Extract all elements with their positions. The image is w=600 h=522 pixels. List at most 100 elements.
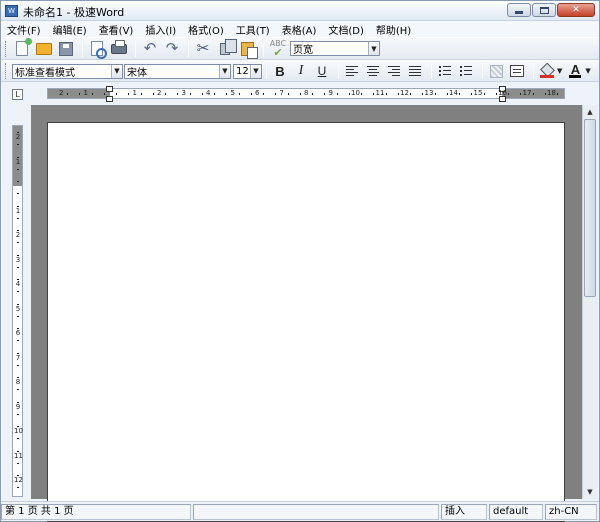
save-button[interactable] xyxy=(56,39,76,59)
style-select[interactable]: 标准查看模式 ▼ xyxy=(12,63,123,79)
justify-button[interactable] xyxy=(406,62,424,80)
scrollbar-thumb[interactable] xyxy=(584,119,596,297)
toolbar-grip[interactable] xyxy=(5,40,8,57)
bullet-list-button[interactable] xyxy=(457,62,475,80)
ruler-tick xyxy=(17,193,19,195)
ruler-number: 10 xyxy=(351,89,360,97)
undo-button[interactable]: ↶ xyxy=(140,39,160,59)
redo-button[interactable]: ↷ xyxy=(162,39,182,59)
vertical-scrollbar[interactable]: ▲ ▼ xyxy=(582,105,597,499)
scroll-down-icon[interactable]: ▼ xyxy=(584,486,596,498)
ruler-tick xyxy=(17,242,19,244)
ruler-tick xyxy=(17,156,19,158)
menu-document[interactable]: 文档(D) xyxy=(328,22,364,37)
open-button[interactable] xyxy=(34,39,54,59)
vertical-ruler[interactable]: 2 1 1 2 3 4 5 6 7 8 9 10 11 12 xyxy=(12,125,23,497)
menu-tools[interactable]: 工具(T) xyxy=(236,22,270,37)
spell-check-button[interactable]: ABC ✔ xyxy=(268,39,288,59)
zoom-value: 页宽 xyxy=(293,45,313,56)
ruler-number: 2 xyxy=(15,231,21,239)
borders-button[interactable] xyxy=(487,62,505,80)
underline-button[interactable]: U xyxy=(313,62,331,80)
print-button[interactable] xyxy=(109,39,129,59)
menu-table[interactable]: 表格(A) xyxy=(282,22,317,37)
menu-help[interactable]: 帮助(H) xyxy=(376,22,411,37)
menu-file[interactable]: 文件(F) xyxy=(7,22,41,37)
ruler-tick xyxy=(299,93,301,95)
font-color-button[interactable]: A xyxy=(566,62,584,80)
print-preview-button[interactable] xyxy=(87,39,107,59)
toolbar-separator xyxy=(338,63,339,79)
ruler-tick xyxy=(336,93,338,95)
toolbar-separator xyxy=(263,40,264,57)
new-button[interactable] xyxy=(12,38,32,59)
chevron-down-icon[interactable]: ▼ xyxy=(585,67,590,75)
close-button[interactable]: ✕ xyxy=(557,3,595,17)
scroll-up-icon[interactable]: ▲ xyxy=(584,106,596,118)
ruler-tick xyxy=(17,181,19,183)
ruler-tick xyxy=(17,352,19,354)
ruler-number: 4 xyxy=(206,89,211,97)
paste-button[interactable] xyxy=(237,39,258,59)
ruler-tick xyxy=(17,303,19,305)
numbered-list-button[interactable] xyxy=(436,62,454,80)
chevron-down-icon[interactable]: ▼ xyxy=(250,64,261,78)
tab-stop-selector[interactable]: L xyxy=(12,89,23,100)
font-size-select[interactable]: 12 ▼ xyxy=(233,63,262,79)
cut-button[interactable]: ✂ xyxy=(193,39,213,59)
ruler-number: 9 xyxy=(15,402,21,411)
ruler-tick xyxy=(128,93,130,95)
ruler-tick xyxy=(17,462,19,464)
menu-view[interactable]: 查看(V) xyxy=(99,22,134,37)
ruler-tick xyxy=(520,93,522,95)
align-center-button[interactable] xyxy=(364,62,382,80)
toolbar-grip[interactable] xyxy=(5,63,8,79)
italic-button[interactable]: I xyxy=(292,62,310,80)
font-value: 宋体 xyxy=(127,67,147,79)
align-right-button[interactable] xyxy=(385,62,403,80)
underline-icon: U xyxy=(317,64,327,78)
ruler-number: 5 xyxy=(230,89,235,97)
align-left-button[interactable] xyxy=(343,62,361,80)
toolbar-separator xyxy=(266,63,267,79)
ruler-number: 13 xyxy=(424,89,434,97)
left-indent-marker[interactable] xyxy=(106,96,113,102)
font-select[interactable]: 宋体 ▼ xyxy=(124,63,231,79)
ruler-number: 1 xyxy=(83,89,88,97)
ruler-number: 6 xyxy=(255,89,260,97)
status-style: default xyxy=(489,503,543,520)
ruler-tick xyxy=(17,401,19,403)
toolbar-separator xyxy=(431,63,432,79)
document-page[interactable] xyxy=(47,122,565,522)
horizontal-ruler[interactable]: 2 1 1 2 3 4 5 6 7 8 9 10 11 12 13 14 15 16 17 18 xyxy=(47,86,565,102)
text-frame-button[interactable] xyxy=(508,62,526,80)
chevron-down-icon[interactable]: ▼ xyxy=(219,64,230,78)
ruler-number: 12 xyxy=(400,89,409,97)
chevron-down-icon[interactable]: ▼ xyxy=(111,64,122,78)
ruler-tick xyxy=(214,93,216,95)
chevron-down-icon[interactable]: ▼ xyxy=(368,42,379,55)
ruler-tick xyxy=(495,93,497,95)
zoom-select[interactable]: 页宽 ▼ xyxy=(290,41,380,56)
first-line-indent-marker[interactable] xyxy=(106,86,113,92)
paint-bucket-icon xyxy=(540,64,554,78)
ruler-tick xyxy=(17,364,19,366)
align-center-icon xyxy=(367,65,379,77)
menu-insert[interactable]: 插入(I) xyxy=(145,22,176,37)
minimize-button[interactable] xyxy=(507,3,531,17)
ruler-tick xyxy=(483,93,485,95)
copy-button[interactable] xyxy=(215,38,237,59)
bold-button[interactable]: B xyxy=(271,62,289,80)
ruler-number: 7 xyxy=(15,353,21,362)
status-insert-mode: 插入 xyxy=(441,503,487,520)
ruler-tick xyxy=(17,328,19,330)
fill-color-button[interactable] xyxy=(538,62,556,80)
ruler-tick xyxy=(140,93,142,95)
ruler-tick xyxy=(410,93,412,95)
ruler-tick xyxy=(17,377,19,379)
maximize-button[interactable] xyxy=(532,3,556,17)
menu-format[interactable]: 格式(O) xyxy=(188,22,224,37)
ruler-number: 8 xyxy=(304,89,309,97)
chevron-down-icon[interactable]: ▼ xyxy=(557,67,562,75)
menu-edit[interactable]: 编辑(E) xyxy=(53,22,87,37)
